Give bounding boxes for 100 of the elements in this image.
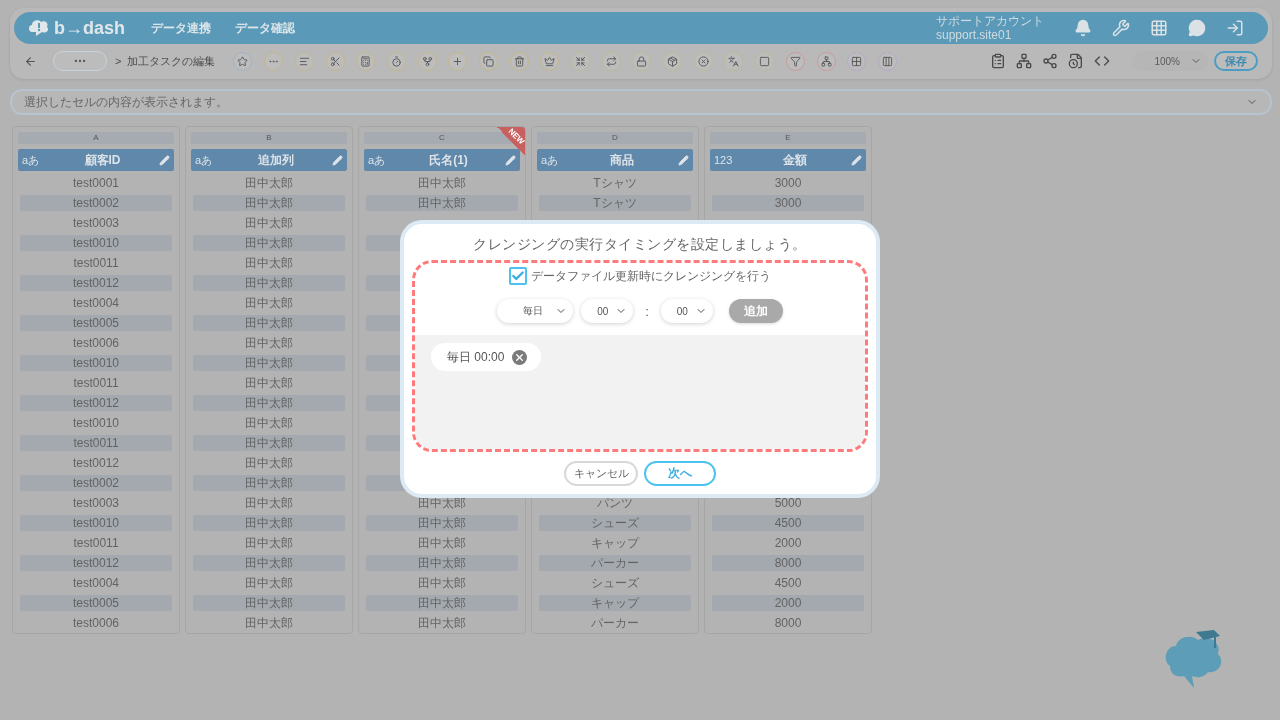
logo-icon <box>28 18 50 38</box>
copy-icon <box>482 55 494 67</box>
table-cell: test0005 <box>20 315 172 331</box>
tool-button[interactable] <box>325 51 345 71</box>
column-name: 追加列 <box>256 151 295 169</box>
tool-button[interactable] <box>478 51 498 71</box>
table-cell: 田中太郎 <box>193 555 345 571</box>
pencil-icon[interactable] <box>332 154 343 166</box>
column-header[interactable]: 123 金額 <box>710 149 866 171</box>
table-cell: 田中太郎 <box>193 275 345 291</box>
tool-button[interactable] <box>356 51 376 71</box>
tool-button[interactable] <box>877 51 897 71</box>
shrink-icon <box>575 55 586 67</box>
remove-icon[interactable] <box>512 349 528 365</box>
tool-button[interactable] <box>847 51 867 71</box>
table-cell-text: 5000 <box>773 495 803 511</box>
schedule-text: 毎日 00:00 <box>447 348 505 366</box>
table-cell: 田中太郎 <box>193 315 345 331</box>
pencil-icon[interactable] <box>159 154 170 166</box>
tool-button[interactable] <box>294 51 314 71</box>
next-button[interactable]: 次へ <box>644 461 716 486</box>
hour-select[interactable]: 00 <box>581 299 634 323</box>
scissors-icon <box>329 55 341 67</box>
table-cell: test0012 <box>20 395 172 411</box>
table-cell-text: test0003 <box>71 215 120 231</box>
tool-button[interactable] <box>571 51 590 71</box>
table-cell: 4500 <box>712 515 864 531</box>
tool-button[interactable] <box>816 51 836 71</box>
tool-button[interactable] <box>632 51 652 71</box>
table-cell-text: test0011 <box>72 255 120 271</box>
table-cell: 2000 <box>712 595 864 611</box>
pencil-icon[interactable] <box>851 154 862 166</box>
table-cell-text: 田中太郎 <box>417 175 467 191</box>
table-cell-text: 4500 <box>773 575 803 591</box>
column-header[interactable]: aあ 追加列 <box>191 149 347 171</box>
column-header[interactable]: aあ 顧客ID <box>18 149 174 171</box>
table-cell-text: test0011 <box>72 375 120 391</box>
translate-icon <box>728 55 740 67</box>
column-header[interactable]: aあ 商品 <box>537 149 693 171</box>
type-label: aあ <box>541 152 560 168</box>
share-icon[interactable] <box>1042 53 1058 69</box>
table-cell-text: 田中太郎 <box>417 575 467 591</box>
table-cell: test0011 <box>20 435 172 451</box>
code-icon[interactable] <box>1094 53 1110 69</box>
breadcrumb-separator: > <box>115 55 122 67</box>
type-label: 123 <box>714 154 734 166</box>
tool-button[interactable] <box>448 51 468 71</box>
column-letter: E <box>710 132 866 144</box>
table-cell-text: 田中太郎 <box>244 455 294 471</box>
table-cell: test0010 <box>20 515 172 531</box>
file-icon[interactable] <box>1068 53 1084 69</box>
tool-button[interactable] <box>663 51 683 71</box>
timer-icon <box>390 55 402 67</box>
table-cell-text: 田中太郎 <box>244 575 294 591</box>
save-button[interactable]: 保存 <box>1214 51 1258 71</box>
tool-button[interactable] <box>386 51 406 71</box>
column-name: 金額 <box>781 151 808 169</box>
tool-button[interactable] <box>601 51 621 71</box>
table-cell-text: パンツ <box>596 495 634 511</box>
tool-button[interactable] <box>785 51 805 71</box>
time-separator: : <box>645 303 649 319</box>
tool-button[interactable] <box>540 51 560 71</box>
clipboard-icon[interactable] <box>990 53 1006 69</box>
logo-text: b→dash <box>54 17 125 39</box>
minute-select[interactable]: 00 <box>660 299 713 323</box>
columns-icon <box>881 55 893 67</box>
hierarchy-icon <box>820 55 832 67</box>
table-cell-text: 田中太郎 <box>244 175 294 191</box>
table-cell-text: 8000 <box>773 615 803 631</box>
checkbox-label: データファイル更新時にクレンジングを行う <box>531 267 771 285</box>
tool-button[interactable] <box>233 51 253 71</box>
tool-button[interactable] <box>417 51 437 71</box>
table-cell: test0005 <box>20 595 172 611</box>
box-icon <box>667 55 679 67</box>
nav-link[interactable]: データ確認 <box>235 19 295 37</box>
pencil-icon[interactable] <box>505 154 516 166</box>
pencil-icon[interactable] <box>678 154 689 166</box>
table-cell-text: シューズ <box>590 575 640 591</box>
table-cell-text: 田中太郎 <box>417 535 467 551</box>
table-cell: 田中太郎 <box>193 355 345 371</box>
table-cell: Tシャツ <box>539 195 691 211</box>
tool-button[interactable] <box>509 51 529 71</box>
column-header[interactable]: aあ 氏名(1) <box>364 149 520 171</box>
cancel-button[interactable]: キャンセル <box>564 461 638 486</box>
formula-placeholder: 選択したセルの内容が表示されます。 <box>24 93 229 111</box>
nav-link[interactable]: データ連携 <box>151 19 211 37</box>
frequency-select[interactable]: 毎日 <box>497 299 574 323</box>
hierarchy-icon[interactable] <box>1016 53 1032 69</box>
tool-button[interactable] <box>755 51 775 71</box>
formula-bar[interactable]: 選択したセルの内容が表示されます。 <box>10 89 1272 115</box>
checkbox[interactable] <box>509 267 527 285</box>
table-cell: 田中太郎 <box>366 195 518 211</box>
dialog-title: クレンジングの実行タイミングを設定しましょう。 <box>473 236 807 254</box>
tool-button[interactable] <box>693 51 713 71</box>
table-cell: test0012 <box>20 275 172 291</box>
lock-icon <box>636 55 648 67</box>
tool-button[interactable] <box>724 51 744 71</box>
star-icon <box>237 55 249 67</box>
table-cell-text: 田中太郎 <box>244 415 294 431</box>
back-icon[interactable] <box>24 54 37 68</box>
